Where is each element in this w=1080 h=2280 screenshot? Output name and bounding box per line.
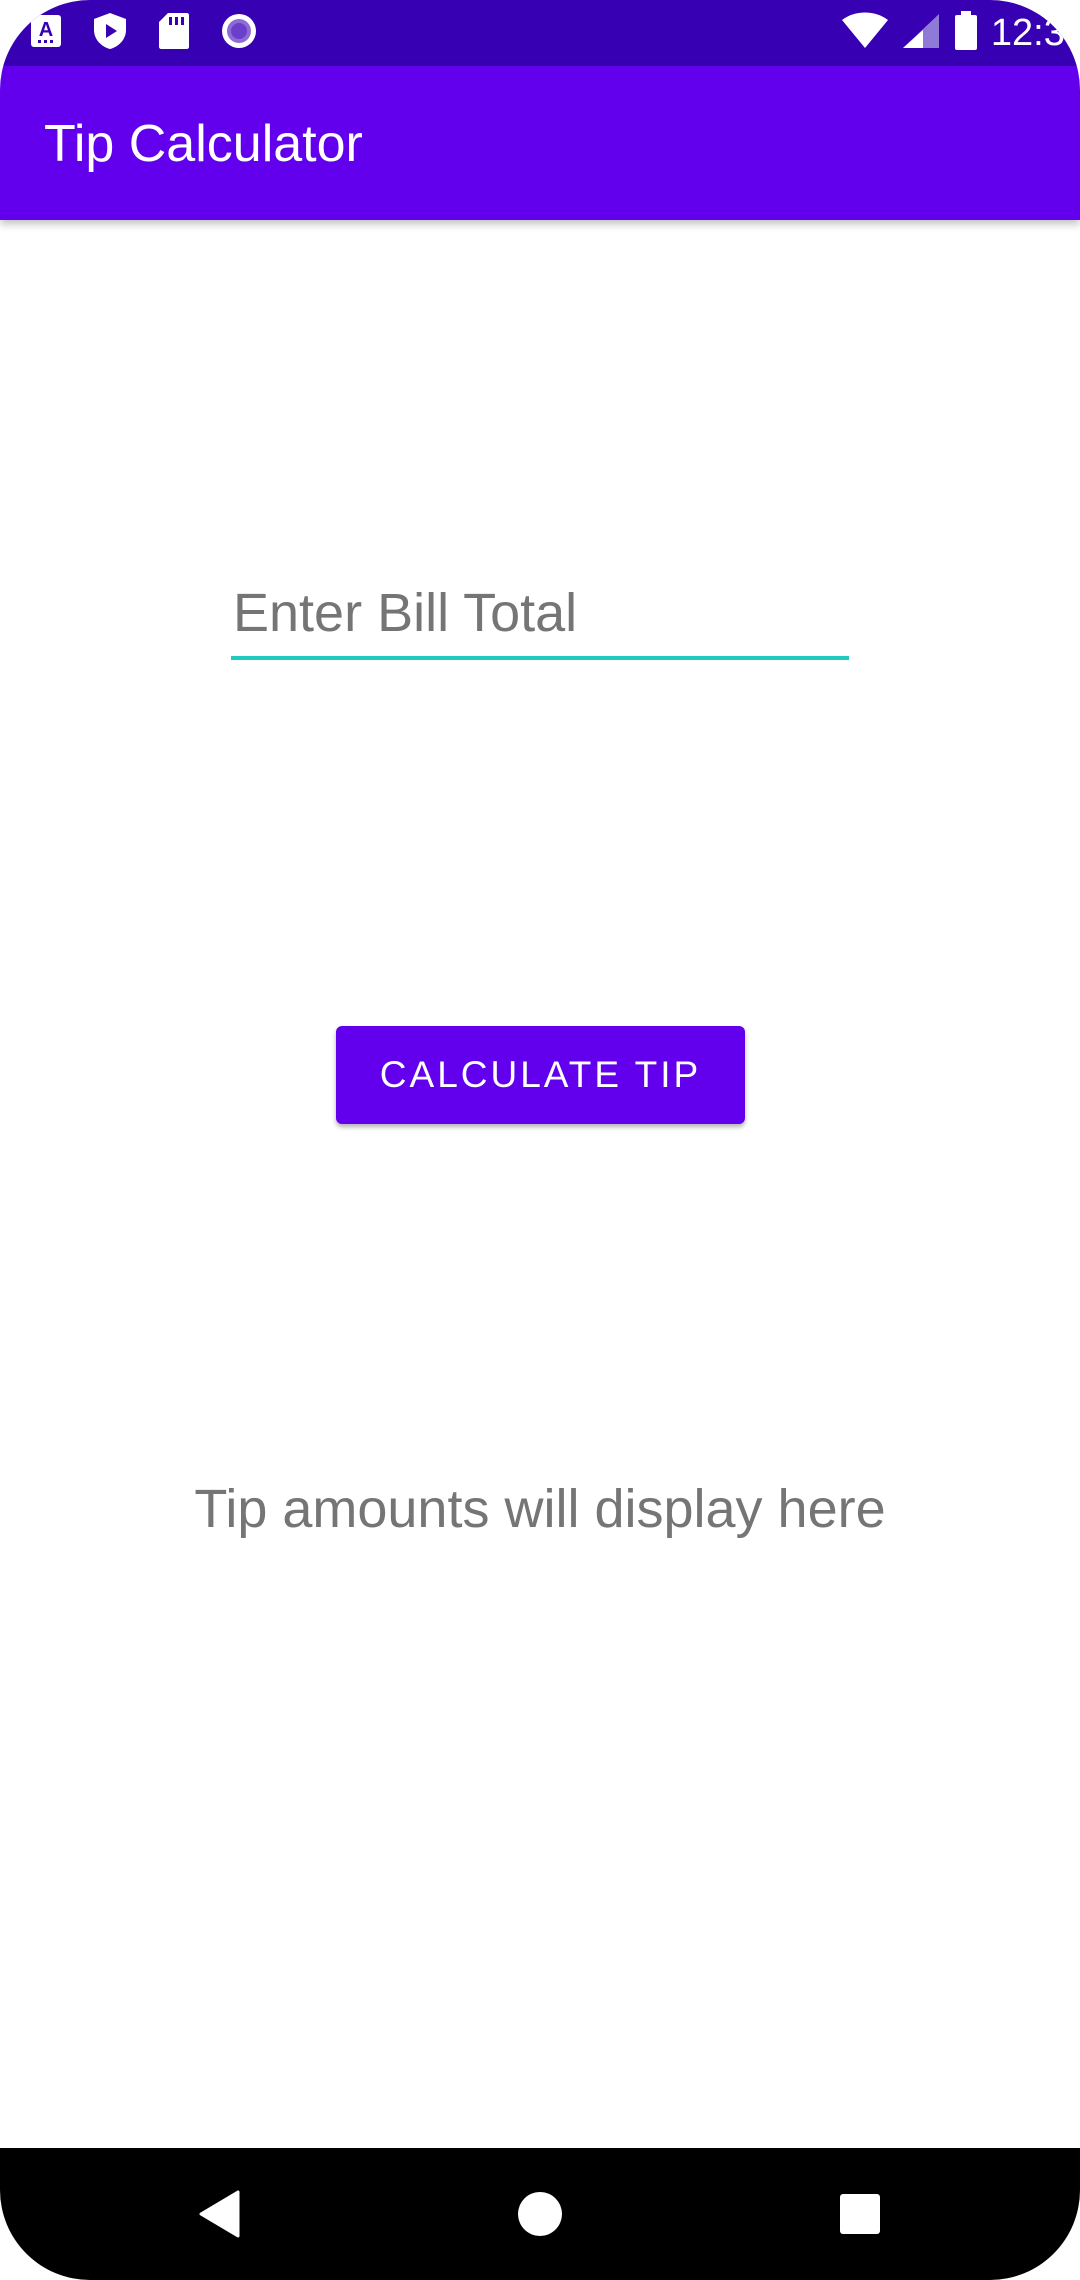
status-left-icons: A bbox=[30, 12, 258, 54]
sd-card-icon bbox=[158, 12, 190, 55]
back-icon[interactable] bbox=[190, 2184, 250, 2244]
svg-text:A: A bbox=[39, 19, 53, 41]
keyboard-a-icon: A bbox=[30, 14, 62, 53]
record-icon bbox=[220, 12, 258, 55]
status-time: 12:31 bbox=[990, 11, 1080, 54]
bill-total-input[interactable] bbox=[231, 570, 849, 656]
status-right-icons: 12:31 bbox=[841, 10, 1080, 56]
shield-play-icon bbox=[92, 12, 128, 55]
tip-result-text: Tip amounts will display here bbox=[194, 1479, 886, 1539]
app-bar: Tip Calculator bbox=[0, 66, 1080, 220]
app-screen: A 12:31 Tip Calculator Enter Bill Total … bbox=[0, 0, 1080, 2280]
cellular-signal-icon bbox=[901, 12, 941, 55]
battery-icon bbox=[953, 10, 979, 56]
input-underline bbox=[231, 656, 849, 660]
calculate-tip-button[interactable]: CALCULATE TIP bbox=[336, 1026, 745, 1124]
app-title: Tip Calculator bbox=[44, 115, 363, 173]
wifi-icon bbox=[841, 12, 889, 55]
home-icon[interactable] bbox=[510, 2184, 570, 2244]
recents-icon[interactable] bbox=[830, 2184, 890, 2244]
status-bar: A 12:31 bbox=[0, 0, 1080, 66]
bill-total-field bbox=[231, 570, 849, 660]
navigation-bar bbox=[0, 2148, 1080, 2280]
